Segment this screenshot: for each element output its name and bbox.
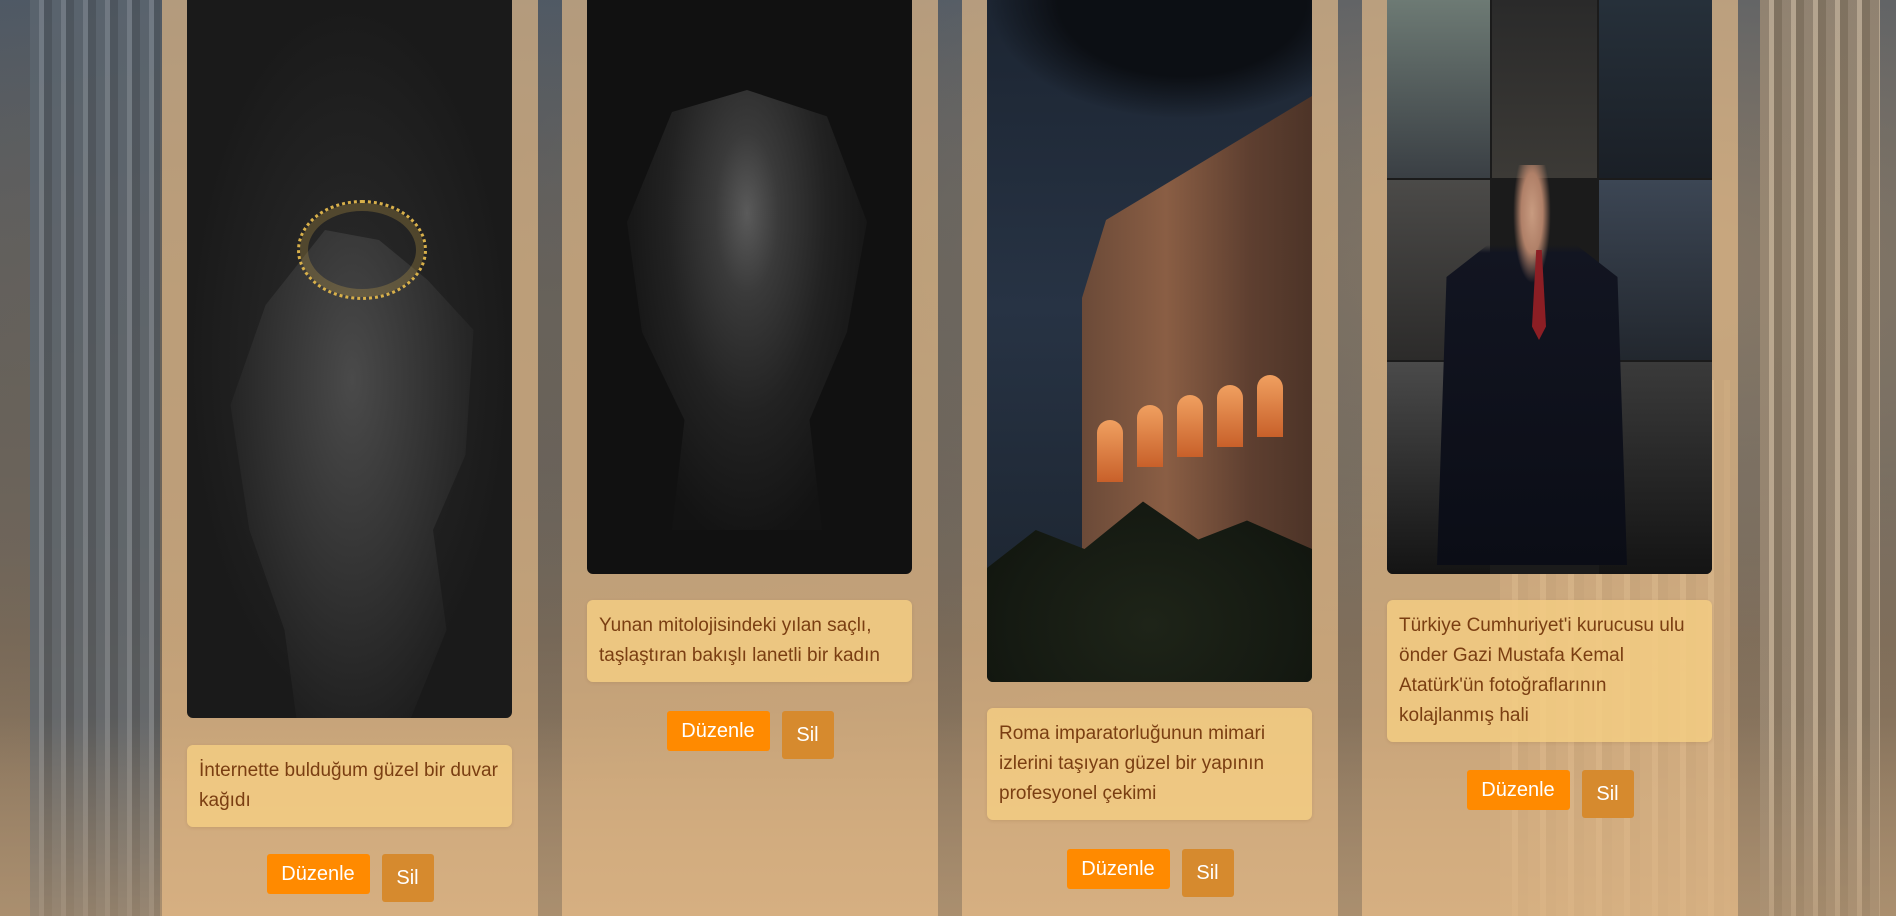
delete-button[interactable]: Sil xyxy=(1181,849,1234,897)
edit-button[interactable]: Düzenle xyxy=(1066,849,1170,889)
halo-shape xyxy=(297,200,427,300)
gallery-card-1: İnternette bulduğum güzel bir duvar kağı… xyxy=(162,0,538,916)
edit-button[interactable]: Düzenle xyxy=(266,854,370,894)
card-image[interactable] xyxy=(987,0,1312,682)
gallery-card-3: Roma imparatorluğunun mimari izlerini ta… xyxy=(962,0,1338,916)
card-description: Roma imparatorluğunun mimari izlerini ta… xyxy=(987,708,1312,820)
gallery-card-4: Türkiye Cumhuriyet'i kurucusu ulu önder … xyxy=(1362,0,1738,916)
delete-button[interactable]: Sil xyxy=(381,854,434,902)
card-image[interactable] xyxy=(587,0,912,574)
edit-button[interactable]: Düzenle xyxy=(1466,770,1570,810)
card-image[interactable] xyxy=(187,0,512,718)
card-description: Yunan mitolojisindeki yılan saçlı, taşla… xyxy=(587,600,912,682)
card-image[interactable] xyxy=(1387,0,1712,574)
card-description: Türkiye Cumhuriyet'i kurucusu ulu önder … xyxy=(1387,600,1712,742)
card-actions: Düzenle Sil xyxy=(162,854,538,902)
card-actions: Düzenle Sil xyxy=(562,711,938,759)
edit-button[interactable]: Düzenle xyxy=(666,711,770,751)
card-description: İnternette bulduğum güzel bir duvar kağı… xyxy=(187,745,512,827)
card-actions: Düzenle Sil xyxy=(1362,770,1738,818)
card-actions: Düzenle Sil xyxy=(962,849,1338,897)
delete-button[interactable]: Sil xyxy=(1581,770,1634,818)
gallery-card-2: Yunan mitolojisindeki yılan saçlı, taşla… xyxy=(562,0,938,916)
delete-button[interactable]: Sil xyxy=(781,711,834,759)
